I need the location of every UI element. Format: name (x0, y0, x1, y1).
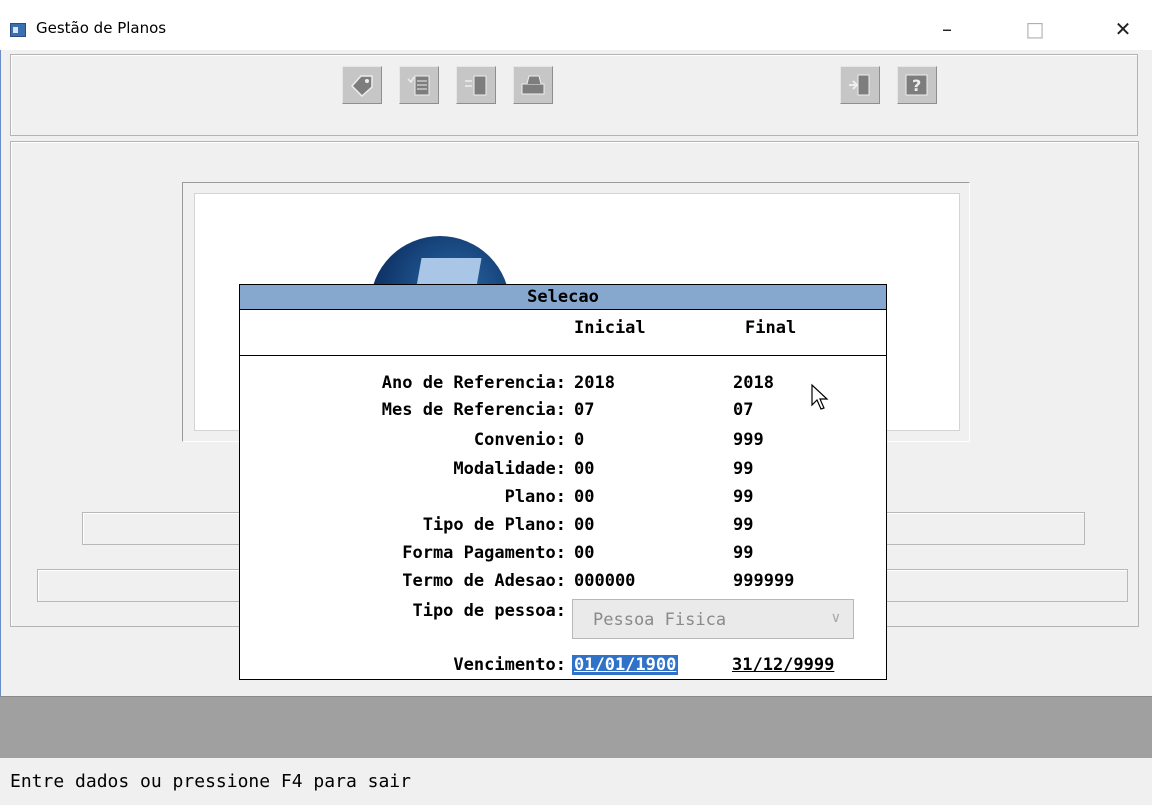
mes-referencia-initial-field[interactable]: 07 (574, 400, 594, 420)
close-button[interactable]: ✕ (1100, 10, 1146, 48)
toolbar (10, 54, 1138, 136)
selection-dialog: Selecao Inicial Final Ano de Referencia:… (239, 284, 887, 680)
printer-icon (521, 75, 545, 95)
modalidade-initial-field[interactable]: 00 (574, 459, 594, 479)
modalidade-final-field[interactable]: 99 (733, 459, 753, 479)
forma-pagamento-initial-field[interactable]: 00 (574, 543, 594, 563)
tag-button[interactable] (342, 66, 382, 104)
forma-pagamento-label: Forma Pagamento: (402, 543, 566, 563)
svg-text:?: ? (912, 76, 921, 95)
dialog-title: Selecao (240, 285, 886, 310)
exit-button[interactable] (840, 66, 880, 104)
title-bar (0, 0, 1152, 50)
forma-pagamento-final-field[interactable]: 99 (733, 543, 753, 563)
termo-adesao-initial-field[interactable]: 000000 (574, 571, 635, 591)
header-final: Final (745, 318, 797, 338)
tipo-pessoa-select[interactable]: Pessoa Fisica ∨ (572, 599, 854, 639)
ano-referencia-final-field[interactable]: 2018 (733, 373, 774, 393)
termo-adesao-final-field[interactable]: 999999 (733, 571, 794, 591)
header-initial: Inicial (574, 318, 646, 338)
message-band (0, 696, 1152, 759)
maximize-button[interactable]: □ (1012, 10, 1058, 48)
list-arrow-button[interactable] (456, 66, 496, 104)
app-icon (10, 23, 26, 37)
help-button[interactable]: ? (897, 66, 937, 104)
mes-referencia-label: Mes de Referencia: (381, 400, 566, 420)
tipo-pessoa-label: Tipo de pessoa: (412, 601, 566, 621)
minimize-button[interactable]: – (924, 10, 970, 48)
list-arrow-icon (465, 75, 487, 96)
exit-door-icon (849, 74, 870, 96)
termo-adesao-label: Termo de Adesao: (402, 571, 566, 591)
ano-referencia-label: Ano de Referencia: (381, 373, 566, 393)
tag-icon (350, 75, 373, 98)
help-icon: ? (905, 74, 928, 96)
convenio-initial-field[interactable]: 0 (574, 430, 584, 450)
vencimento-initial-field[interactable]: 01/01/1900 (572, 655, 679, 675)
chevron-down-icon: ∨ (830, 610, 841, 626)
tipo-plano-final-field[interactable]: 99 (733, 515, 753, 535)
window-border (0, 50, 1, 710)
vencimento-label: Vencimento: (453, 655, 566, 675)
header-divider (240, 355, 886, 356)
modalidade-label: Modalidade: (453, 459, 566, 479)
plano-final-field[interactable]: 99 (733, 487, 753, 507)
tipo-pessoa-value: Pessoa Fisica (593, 610, 727, 630)
checklist-icon (407, 75, 430, 96)
window-title: Gestão de Planos (36, 19, 167, 37)
tipo-plano-label: Tipo de Plano: (422, 515, 566, 535)
status-message: Entre dados ou pressione F4 para sair (10, 771, 411, 792)
convenio-label: Convenio: (473, 430, 566, 450)
vencimento-final-field[interactable]: 31/12/9999 (732, 655, 834, 675)
plano-label: Plano: (504, 487, 566, 507)
print-button[interactable] (513, 66, 553, 104)
checklist-button[interactable] (399, 66, 439, 104)
ano-referencia-initial-field[interactable]: 2018 (574, 373, 615, 393)
mouse-cursor-icon (811, 383, 829, 410)
plano-initial-field[interactable]: 00 (574, 487, 594, 507)
convenio-final-field[interactable]: 999 (733, 430, 764, 450)
mes-referencia-final-field[interactable]: 07 (733, 400, 753, 420)
tipo-plano-initial-field[interactable]: 00 (574, 515, 594, 535)
